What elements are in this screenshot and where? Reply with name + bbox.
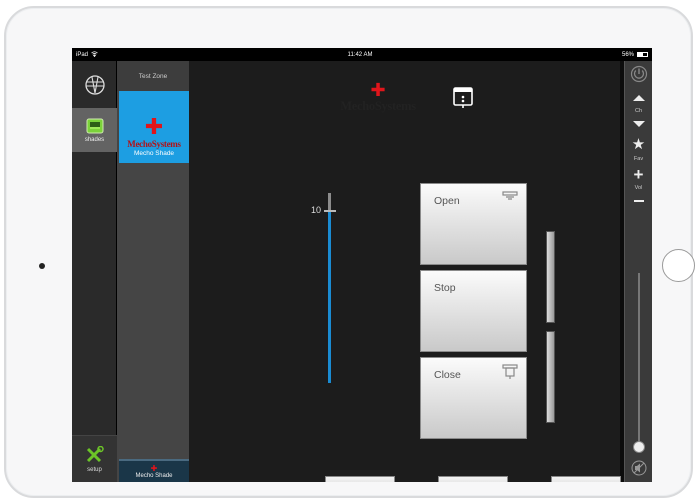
ipad-frame: iPad 11:42 AM 56% shades setup Test Zone… bbox=[4, 6, 695, 498]
favorite-star-icon[interactable]: ★ bbox=[632, 137, 645, 152]
volume-up-icon[interactable]: + bbox=[634, 166, 644, 183]
volume-slider-track[interactable] bbox=[638, 273, 640, 443]
open-button[interactable]: Open bbox=[420, 183, 527, 265]
tile-brand: MechoSystems bbox=[127, 139, 181, 149]
favorite-label: Fav bbox=[633, 156, 644, 162]
brand-logo: ✚ MechoSystems bbox=[333, 81, 423, 114]
stop-button[interactable]: Stop bbox=[420, 270, 527, 352]
shade-open-icon bbox=[502, 191, 518, 200]
stop-label: Stop bbox=[434, 282, 456, 294]
shade-position-slider[interactable] bbox=[324, 193, 336, 383]
shade-close-icon bbox=[502, 364, 518, 379]
preset-p2-button[interactable]: P2 bbox=[438, 476, 508, 482]
preset-p3-button[interactable]: P3 bbox=[551, 476, 621, 482]
left-rail: shades setup bbox=[72, 61, 117, 482]
volume-label: Vol bbox=[634, 185, 643, 191]
clock: 11:42 AM bbox=[347, 51, 373, 58]
shades-icon bbox=[86, 118, 103, 133]
scroll-bar-lower[interactable] bbox=[546, 331, 555, 423]
main-panel: ✚ MechoSystems 10 Open Stop Close bbox=[189, 61, 621, 482]
nav-shades-label: shades bbox=[84, 136, 105, 143]
nav-setup-label: setup bbox=[87, 466, 102, 473]
nav-shades[interactable]: shades bbox=[72, 108, 117, 152]
tile-name: Mecho Shade bbox=[133, 150, 175, 157]
close-button[interactable]: Close bbox=[420, 357, 527, 439]
open-label: Open bbox=[434, 195, 460, 207]
channel-label: Ch bbox=[634, 108, 643, 114]
right-control-bar: Ch ★ Fav + Vol bbox=[624, 61, 652, 482]
mechosystems-mark-small-icon: ✚ bbox=[150, 463, 158, 473]
device-label: iPad bbox=[76, 51, 89, 58]
projector-icon[interactable] bbox=[451, 86, 475, 110]
slider-handle[interactable] bbox=[324, 210, 336, 212]
battery-percent: 56% bbox=[621, 51, 634, 58]
status-bar: iPad 11:42 AM 56% bbox=[72, 48, 652, 61]
nav-setup[interactable]: setup bbox=[72, 435, 117, 482]
tools-icon bbox=[86, 445, 104, 462]
front-camera bbox=[39, 263, 45, 269]
battery-icon bbox=[637, 52, 648, 57]
battery-fill bbox=[638, 53, 644, 56]
mute-icon[interactable] bbox=[631, 460, 647, 476]
volume-down-icon[interactable] bbox=[633, 200, 644, 202]
home-button[interactable] bbox=[662, 249, 695, 282]
mechosystems-mark-icon: ✚ bbox=[144, 114, 164, 139]
brand-name: MechoSystems bbox=[340, 99, 416, 113]
scroll-bar-upper[interactable] bbox=[546, 231, 555, 323]
channel-up-icon[interactable] bbox=[632, 93, 646, 103]
preset-p1-button[interactable]: P1 bbox=[325, 476, 395, 482]
zone-title: Test Zone bbox=[117, 61, 189, 91]
slider-top bbox=[328, 193, 331, 211]
zone-tile-mecho-shade[interactable]: ✚ MechoSystems Mecho Shade bbox=[119, 91, 189, 163]
bottom-tile-name: Mecho Shade bbox=[135, 472, 173, 479]
mechosystems-logo-icon: ✚ bbox=[370, 80, 386, 100]
app-screen: iPad 11:42 AM 56% shades setup Test Zone… bbox=[72, 48, 652, 482]
wifi-icon bbox=[91, 50, 98, 59]
zone-bottom-tile[interactable]: ✚ Mecho Shade bbox=[119, 459, 189, 482]
level-label: 10 bbox=[311, 205, 322, 215]
volume-slider-knob[interactable] bbox=[633, 441, 645, 453]
zone-column: Test Zone ✚ MechoSystems Mecho Shade ✚ M… bbox=[117, 61, 189, 482]
app-logo-icon[interactable] bbox=[72, 61, 117, 108]
channel-down-icon[interactable] bbox=[632, 119, 646, 129]
close-label: Close bbox=[434, 369, 461, 381]
power-icon[interactable] bbox=[630, 65, 648, 83]
slider-track bbox=[328, 193, 331, 383]
